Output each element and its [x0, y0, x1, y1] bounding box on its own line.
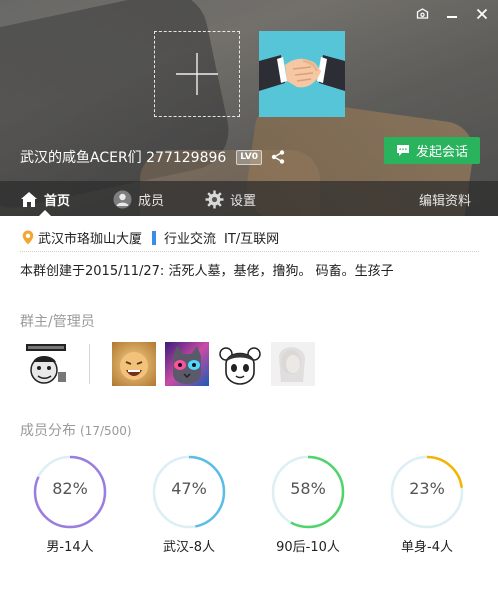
skin-button[interactable]: [414, 6, 430, 22]
group-category: 行业交流: [164, 232, 217, 247]
members-section-label: 成员分布: [20, 423, 76, 439]
group-subcategory: IT/互联网: [224, 232, 280, 247]
stat-label: 男-14人: [46, 540, 94, 555]
member-stats: 82% 男-14人 47% 武汉-8人 58% 90后-10人 23% 单身-4…: [0, 452, 498, 555]
stat-label: 90后-10人: [276, 540, 340, 555]
edit-profile-label: 编辑资料: [418, 193, 471, 209]
stat-gender[interactable]: 82% 男-14人: [30, 452, 110, 555]
stat-single[interactable]: 23% 单身-4人: [387, 452, 467, 555]
tab-settings-label: 设置: [230, 193, 257, 209]
faded-portrait-icon: [271, 341, 315, 386]
minimize-button[interactable]: [444, 6, 460, 22]
home-icon: [21, 191, 37, 207]
galaxy-cat-icon: [165, 341, 209, 386]
stat-percent: 47%: [171, 479, 207, 498]
share-icon: [271, 150, 285, 164]
close-icon: [476, 8, 488, 20]
window-controls: [414, 6, 490, 22]
cartoon-girl-icon: [218, 341, 262, 386]
start-chat-button[interactable]: 发起会话: [384, 137, 480, 164]
stat-percent: 23%: [409, 479, 445, 498]
gear-icon: [205, 190, 224, 208]
close-button[interactable]: [474, 6, 490, 22]
member-count: (17/500): [80, 424, 132, 438]
chat-bubble-icon: [396, 145, 409, 156]
edit-profile-button[interactable]: 编辑资料: [419, 181, 471, 216]
stat-label: 单身-4人: [401, 540, 453, 555]
group-title-row: 武汉的咸鱼ACER们 277129896 LV0: [20, 147, 286, 167]
tab-home-label: 首页: [44, 193, 71, 209]
laughing-face-icon: [112, 341, 156, 386]
plus-icon: [176, 53, 218, 95]
admins-divider: [89, 343, 90, 384]
group-header: 武汉的咸鱼ACER们 277129896 LV0 发起会话 首页 成员 设置 编…: [0, 0, 498, 216]
stat-location[interactable]: 47% 武汉-8人: [149, 452, 229, 555]
stat-label: 武汉-8人: [163, 540, 215, 555]
group-intro: 本群创建于2015/11/27: 活死人墓，基佬，撸狗。 码畜。生孩子: [20, 264, 394, 279]
tab-settings[interactable]: 设置: [205, 181, 256, 216]
group-location: 武汉市珞珈山大厦: [38, 232, 143, 247]
meme-face-icon: [24, 341, 68, 386]
tab-members-label: 成员: [138, 193, 165, 209]
admin-avatar[interactable]: [165, 341, 209, 386]
stat-age[interactable]: 58% 90后-10人: [268, 452, 348, 555]
level-badge: LV0: [236, 149, 263, 165]
members-section-title: 成员分布 (17/500): [20, 420, 132, 440]
person-icon: [113, 190, 132, 208]
category-marker: [152, 230, 157, 245]
group-name: 武汉的咸鱼ACER们 277129896: [20, 150, 227, 166]
start-chat-label: 发起会话: [415, 145, 468, 160]
group-info-row: 武汉市珞珈山大厦 行业交流 IT/互联网: [22, 228, 279, 247]
stat-percent: 58%: [290, 479, 326, 498]
skin-icon: [416, 7, 428, 19]
admins-list: [24, 341, 324, 386]
share-button[interactable]: [270, 149, 286, 165]
admin-avatar[interactable]: [218, 341, 262, 386]
location-pin-icon: [22, 230, 34, 245]
admin-avatar[interactable]: [271, 341, 315, 386]
tab-home[interactable]: 首页: [20, 181, 70, 216]
group-avatar[interactable]: [259, 31, 345, 117]
tab-members[interactable]: 成员: [113, 181, 164, 216]
upload-photo-button[interactable]: [154, 31, 240, 117]
admins-section-title: 群主/管理员: [20, 314, 95, 330]
info-divider: [20, 251, 479, 252]
minimize-icon: [447, 16, 457, 18]
handshake-icon: [259, 31, 345, 117]
owner-avatar[interactable]: [24, 341, 68, 386]
stat-percent: 82%: [52, 479, 88, 498]
admin-avatar[interactable]: [112, 341, 156, 386]
tab-bar: 首页 成员 设置 编辑资料: [0, 181, 498, 216]
